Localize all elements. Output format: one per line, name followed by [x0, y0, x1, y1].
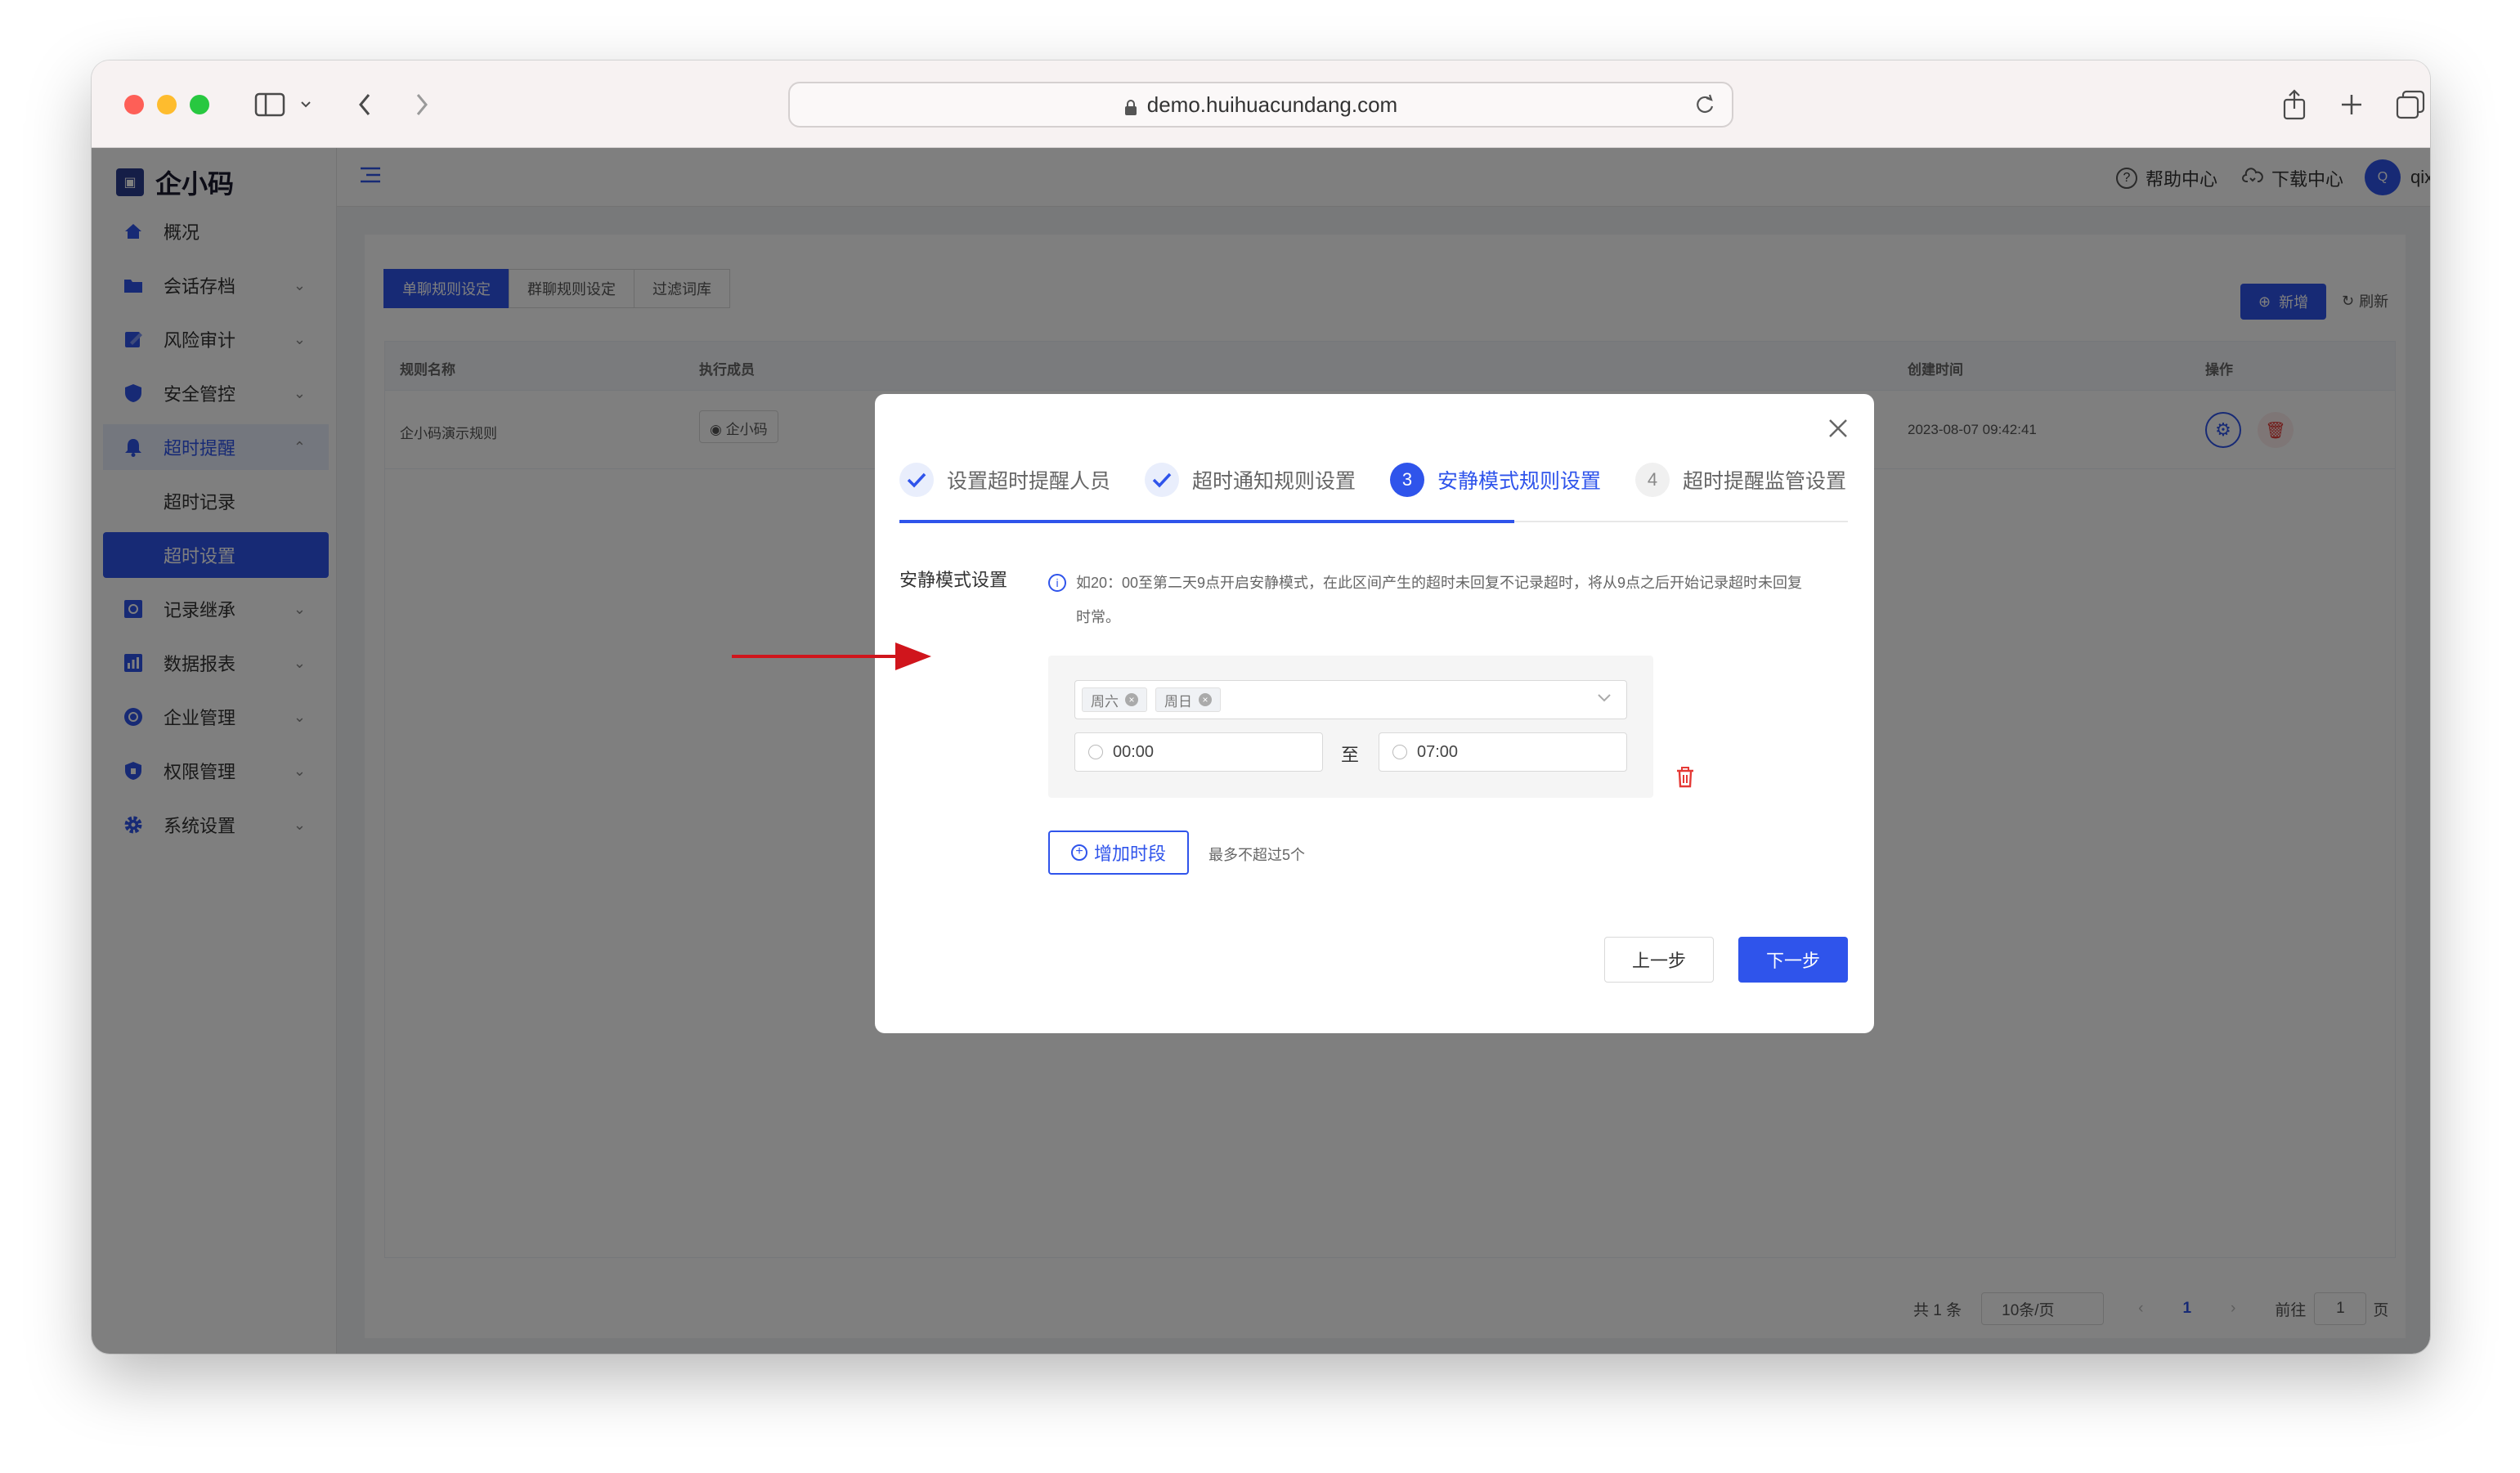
check-icon — [1145, 463, 1179, 497]
share-icon[interactable] — [2280, 85, 2309, 124]
clock-icon — [1088, 745, 1103, 759]
time-period-group: 周六 × 周日 × 00:00 至 07:00 — [1048, 656, 1653, 798]
max-period-hint: 最多不超过5个 — [1208, 847, 1306, 863]
end-time-input[interactable]: 07:00 — [1379, 732, 1627, 772]
steps-progress-line — [899, 520, 1848, 523]
step-4[interactable]: 4 超时提醒监管设置 — [1635, 459, 1846, 500]
quiet-mode-label: 安静模式设置 — [899, 570, 1008, 590]
step-number: 3 — [1390, 463, 1424, 497]
start-time-value: 00:00 — [1113, 742, 1155, 761]
tag-close-icon[interactable]: × — [1125, 693, 1138, 706]
minimize-window-button[interactable] — [157, 95, 177, 114]
start-time-input[interactable]: 00:00 — [1074, 732, 1323, 772]
chevron-down-icon[interactable] — [296, 85, 316, 124]
day-tag: 周日 × — [1155, 687, 1221, 712]
step-label: 安静模式规则设置 — [1437, 470, 1602, 493]
tip-line-1: 如20：00至第二天9点开启安静模式，在此区间产生的超时未回复不记录超时，将从9… — [1076, 575, 1803, 591]
step-2[interactable]: 超时通知规则设置 — [1145, 459, 1356, 500]
steps-progress-fill — [899, 520, 1514, 523]
title-bar: demo.huihuacundang.com — [92, 60, 2430, 148]
wizard-steps: 设置超时提醒人员 超时通知规则设置 3 安静模式规则设置 4 超时提醒监管设置 — [899, 459, 1848, 500]
close-icon[interactable] — [1827, 417, 1850, 440]
new-tab-icon[interactable] — [2337, 85, 2366, 124]
previous-step-button[interactable]: 上一步 — [1604, 937, 1714, 983]
sidebar-toggle-icon[interactable] — [252, 85, 288, 124]
tag-close-icon[interactable]: × — [1199, 693, 1212, 706]
add-period-label: 增加时段 — [1093, 844, 1166, 864]
weekday-select[interactable]: 周六 × 周日 × — [1074, 680, 1627, 719]
browser-window: demo.huihuacundang.com ▣ 企小码 概况 — [92, 60, 2430, 1354]
step-label: 超时提醒监管设置 — [1683, 470, 1847, 493]
step-3[interactable]: 3 安静模式规则设置 — [1390, 459, 1601, 500]
quiet-mode-tip: i 如20：00至第二天9点开启安静模式，在此区间产生的超时未回复不记录超时，将… — [1048, 566, 1841, 634]
add-period-button[interactable]: + 增加时段 — [1048, 831, 1189, 875]
range-separator: 至 — [1341, 745, 1360, 765]
close-window-button[interactable] — [124, 95, 144, 114]
back-icon[interactable] — [350, 85, 379, 124]
tip-text: 如20：00至第二天9点开启安静模式，在此区间产生的超时未回复不记录超时，将从9… — [1076, 566, 1802, 634]
tab-overview-icon[interactable] — [2394, 85, 2427, 124]
reload-icon[interactable] — [1694, 93, 1715, 122]
clock-icon — [1392, 745, 1407, 759]
next-step-button[interactable]: 下一步 — [1738, 937, 1848, 983]
url-text: demo.huihuacundang.com — [1146, 92, 1398, 117]
chevron-down-icon — [1597, 692, 1612, 707]
day-tag-label: 周六 — [1091, 693, 1119, 710]
address-bar[interactable]: demo.huihuacundang.com — [788, 82, 1733, 128]
day-tag: 周六 × — [1082, 687, 1147, 712]
zoom-window-button[interactable] — [190, 95, 209, 114]
quiet-mode-dialog: 设置超时提醒人员 超时通知规则设置 3 安静模式规则设置 4 超时提醒监管设置 … — [875, 394, 1874, 1033]
step-1[interactable]: 设置超时提醒人员 — [899, 459, 1110, 500]
step-number: 4 — [1635, 463, 1670, 497]
day-tag-label: 周日 — [1164, 693, 1192, 710]
step-label: 超时通知规则设置 — [1192, 470, 1356, 493]
forward-icon[interactable] — [407, 85, 437, 124]
info-icon: i — [1048, 574, 1066, 592]
step-label: 设置超时提醒人员 — [947, 470, 1111, 493]
plus-circle-icon: + — [1070, 844, 1087, 861]
tip-line-2: 时常。 — [1076, 609, 1120, 625]
delete-period-icon[interactable] — [1676, 767, 1694, 792]
check-icon — [899, 463, 934, 497]
annotation-arrow-icon — [732, 642, 931, 670]
end-time-value: 07:00 — [1417, 742, 1459, 761]
lock-icon — [1124, 96, 1137, 115]
